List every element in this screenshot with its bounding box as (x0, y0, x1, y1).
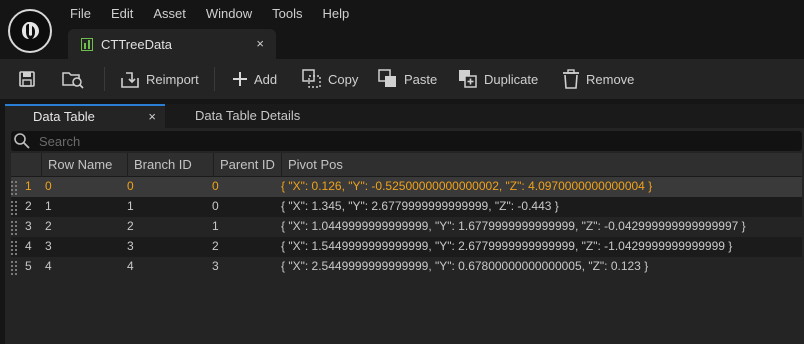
cell-parent-id: 3 (212, 259, 219, 273)
cell-row-name: 3 (45, 239, 52, 253)
cell-parent-id: 0 (212, 199, 219, 213)
cell-branch-id: 0 (127, 179, 134, 193)
menu-window[interactable]: Window (196, 0, 262, 28)
trash-icon (563, 69, 579, 89)
close-panel-tab-icon[interactable]: × (148, 106, 156, 128)
search-icon (14, 133, 30, 149)
menu-help[interactable]: Help (312, 0, 359, 28)
data-table-icon (81, 37, 93, 51)
copy-icon (302, 69, 321, 88)
drag-handle-icon[interactable] (11, 180, 19, 195)
paste-label: Paste (404, 71, 438, 87)
add-button[interactable]: Add (232, 64, 277, 94)
save-icon (19, 71, 35, 87)
close-tab-icon[interactable]: × (256, 36, 264, 51)
cell-row-name: 1 (45, 199, 52, 213)
menu-asset[interactable]: Asset (143, 0, 196, 28)
tab-data-table-label: Data Table (33, 109, 95, 124)
row-index: 3 (25, 219, 32, 233)
cell-branch-id: 3 (127, 239, 134, 253)
cell-parent-id: 2 (212, 239, 219, 253)
duplicate-label: Duplicate (484, 71, 539, 87)
unreal-logo-icon[interactable] (8, 9, 52, 53)
paste-button[interactable]: Paste (378, 64, 437, 94)
remove-button[interactable]: Remove (562, 64, 634, 94)
document-tab-label: CTTreeData (101, 36, 173, 52)
table-row[interactable]: 2 1 1 0{ "X": 1.345, "Y": 2.677999999999999… (11, 197, 802, 217)
copy-label: Copy (328, 71, 359, 87)
cell-parent-id: 1 (212, 219, 219, 233)
tab-data-table[interactable]: Data Table × (5, 104, 165, 128)
add-label: Add (254, 71, 278, 87)
tab-data-table-details-label: Data Table Details (195, 108, 301, 123)
document-tab[interactable]: CTTreeData × (68, 29, 276, 59)
reimport-button[interactable]: Reimport (120, 64, 199, 94)
remove-label: Remove (586, 71, 635, 87)
cell-pivot-pos: { "X": 0.126, "Y": -0.52500000000000002,… (281, 179, 653, 193)
table-header: Row Name Branch ID Parent ID Pivot Pos (11, 153, 802, 177)
data-table-panel: Search Row Name Branch ID Parent ID Pivo… (5, 128, 804, 344)
menu-bar: File Edit Asset Window Tools Help (60, 0, 359, 28)
panel-tab-bar: Data Table × Data Table Details (5, 104, 804, 128)
duplicate-button[interactable]: Duplicate (458, 64, 538, 94)
toolbar-separator (104, 67, 105, 91)
menu-tools[interactable]: Tools (262, 0, 312, 28)
cell-pivot-pos: { "X": 2.5449999999999999, "Y": 0.678000… (281, 259, 649, 273)
plus-icon (233, 72, 247, 86)
cell-row-name: 0 (45, 179, 52, 193)
data-table: Row Name Branch ID Parent ID Pivot Pos 1… (11, 153, 802, 277)
search-input[interactable]: Search (11, 131, 802, 151)
row-index: 1 (25, 179, 32, 193)
cell-pivot-pos: { "X": 1.0449999999999999, "Y": 1.677999… (281, 219, 746, 233)
save-button[interactable] (18, 64, 42, 94)
menu-file[interactable]: File (60, 0, 101, 28)
column-header-parent-id[interactable]: Parent ID (213, 153, 281, 177)
row-index: 2 (25, 199, 32, 213)
column-header-row-name[interactable]: Row Name (41, 153, 127, 177)
drag-handle-icon[interactable] (11, 220, 19, 235)
drag-handle-icon[interactable] (11, 200, 19, 215)
cell-parent-id: 0 (212, 179, 219, 193)
search-placeholder: Search (39, 133, 81, 149)
browse-button[interactable] (62, 64, 90, 94)
table-row[interactable]: 5 4 4 3{ "X": 2.5449999999999999, "Y": 0.67… (11, 257, 802, 277)
cell-branch-id: 1 (127, 199, 134, 213)
column-header-branch-id[interactable]: Branch ID (127, 153, 213, 177)
cell-row-name: 2 (45, 219, 52, 233)
cell-row-name: 4 (45, 259, 52, 273)
cell-pivot-pos: { "X": 1.345, "Y": 2.6779999999999999, "… (281, 199, 559, 213)
copy-button[interactable]: Copy (302, 64, 358, 94)
reimport-icon (121, 72, 139, 88)
menu-edit[interactable]: Edit (101, 0, 143, 28)
cell-branch-id: 2 (127, 219, 134, 233)
drag-handle-icon[interactable] (11, 240, 19, 255)
tab-data-table-details[interactable]: Data Table Details (195, 104, 300, 128)
table-row[interactable]: 4 3 3 2{ "X": 1.5449999999999999, "Y": 2.67… (11, 237, 802, 257)
table-row[interactable]: 1 0 0 0{ "X": 0.126, "Y": -0.52500000000000… (11, 177, 802, 197)
column-header-pivot-pos[interactable]: Pivot Pos (281, 153, 802, 177)
cell-branch-id: 4 (127, 259, 134, 273)
row-index: 5 (25, 259, 32, 273)
table-body: 1 0 0 0{ "X": 0.126, "Y": -0.52500000000000… (11, 177, 802, 277)
cell-pivot-pos: { "X": 1.5449999999999999, "Y": 2.677999… (281, 239, 733, 253)
toolbar-separator (214, 67, 215, 91)
row-index: 4 (25, 239, 32, 253)
reimport-label: Reimport (146, 71, 199, 87)
title-bar: File Edit Asset Window Tools Help CTTree… (0, 0, 804, 62)
paste-icon (378, 69, 396, 87)
table-row[interactable]: 3 2 2 1{ "X": 1.0449999999999999, "Y": 1.67… (11, 217, 802, 237)
drag-handle-icon[interactable] (11, 260, 19, 275)
duplicate-icon (459, 70, 477, 88)
browse-folder-icon (62, 72, 84, 89)
toolbar: Reimport Add Copy Paste Duplicate Remove (0, 59, 804, 99)
